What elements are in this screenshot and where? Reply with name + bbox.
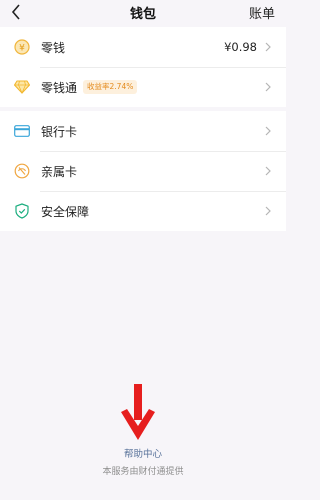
bank-card-icon — [13, 122, 31, 140]
cards-group: 银行卡 亲属卡 安全保障 — [0, 111, 286, 231]
list-item-lingqiantong[interactable]: 零钱通 收益率2.74% — [0, 67, 286, 107]
list-item-label: 安全保障 — [41, 204, 90, 219]
nav-bar: 钱包 账单 — [0, 0, 286, 24]
list-item-label: 零钱 — [41, 40, 66, 55]
yield-badge: 收益率2.74% — [83, 80, 138, 94]
diamond-icon — [13, 78, 31, 96]
list-item-security[interactable]: 安全保障 — [0, 191, 286, 231]
list-item-label: 银行卡 — [41, 124, 78, 139]
footer-text: 本服务由财付通提供 — [102, 467, 184, 477]
svg-text:¥: ¥ — [19, 44, 25, 54]
balance-group: ¥ 零钱 ¥0.98 零钱通 收益率2.74% — [0, 27, 286, 107]
shield-icon — [13, 202, 31, 220]
chevron-right-icon — [263, 205, 273, 217]
list-item-bank-card[interactable]: 银行卡 — [0, 111, 286, 151]
list-item-label: 零钱通 — [41, 80, 78, 95]
help-center-link[interactable]: 帮助中心 — [0, 446, 286, 460]
page-title: 钱包 — [129, 7, 156, 22]
balance-value: ¥0.98 — [224, 40, 257, 54]
list-item-label: 亲属卡 — [41, 164, 78, 179]
chevron-right-icon — [263, 125, 273, 137]
arrow-down-icon — [121, 384, 155, 440]
chevron-right-icon — [263, 41, 273, 53]
chevron-right-icon — [263, 165, 273, 177]
list-item-change[interactable]: ¥ 零钱 ¥0.98 — [0, 27, 286, 67]
family-card-icon — [13, 162, 31, 180]
chevron-right-icon — [263, 81, 273, 93]
list-item-family-card[interactable]: 亲属卡 — [0, 151, 286, 191]
coin-icon: ¥ — [13, 38, 31, 56]
bill-button[interactable]: 账单 — [249, 3, 275, 22]
